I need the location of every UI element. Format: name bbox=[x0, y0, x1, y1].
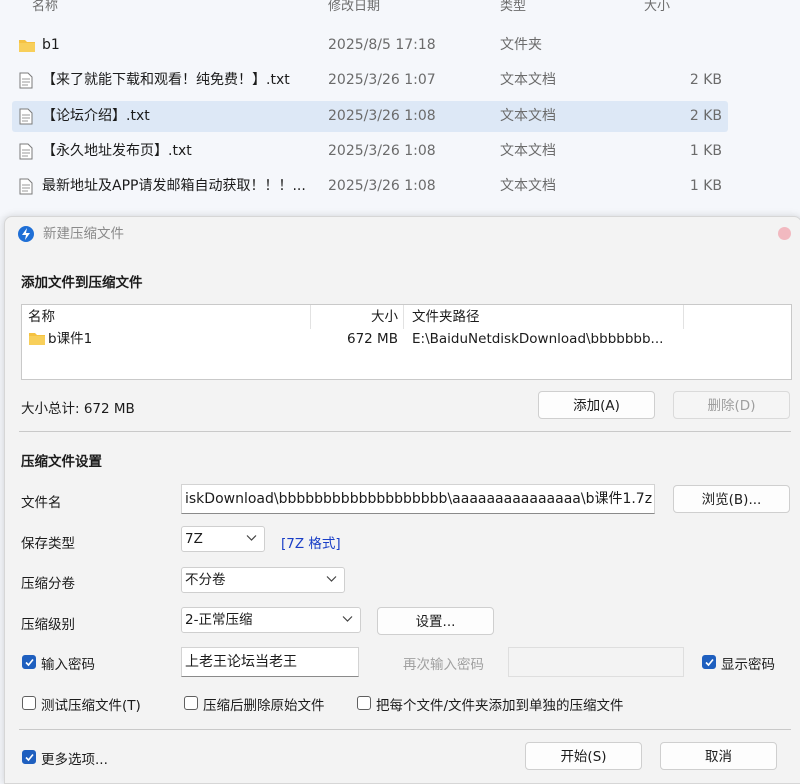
dialog-titlebar[interactable]: 新建压缩文件 bbox=[5, 217, 800, 251]
file-size: 2 KB bbox=[689, 108, 722, 124]
app-logo-icon bbox=[18, 226, 34, 242]
format-link[interactable]: [7Z 格式] bbox=[281, 532, 341, 552]
split-select[interactable]: 不分卷 bbox=[181, 567, 345, 593]
start-button[interactable]: 开始(S) bbox=[525, 742, 642, 770]
file-row[interactable]: 【来了就能下载和观看！纯免费！】.txt 2025/3/26 1:07 文本文档… bbox=[12, 65, 728, 96]
column-date[interactable]: 修改日期 bbox=[328, 0, 380, 14]
add-button[interactable]: 添加(A) bbox=[538, 391, 655, 419]
file-name: 【论坛介绍】.txt bbox=[42, 108, 150, 124]
checkmark-icon bbox=[25, 658, 34, 667]
delete-after-checkbox[interactable] bbox=[184, 696, 198, 710]
file-row-selected[interactable]: 【论坛介绍】.txt 2025/3/26 1:08 文本文档 2 KB bbox=[12, 101, 728, 132]
delete-button[interactable]: 删除(D) bbox=[673, 391, 790, 419]
new-archive-dialog: 新建压缩文件 添加文件到压缩文件 名称 大小 文件夹路径 b课件1 672 MB… bbox=[4, 216, 800, 784]
save-type-select[interactable]: 7Z bbox=[181, 526, 265, 552]
split-label: 压缩分卷 bbox=[21, 576, 75, 592]
show-password-checkbox[interactable] bbox=[702, 655, 716, 669]
settings-section-title: 压缩文件设置 bbox=[21, 454, 102, 470]
file-explorer: 名称 修改日期 类型 大小 b1 2025/8/5 17:18 文件夹 【来了就… bbox=[0, 0, 800, 216]
reenter-password-label: 再次输入密码 bbox=[403, 657, 484, 673]
checkmark-icon bbox=[705, 658, 714, 667]
file-row[interactable]: b1 2025/8/5 17:18 文件夹 bbox=[12, 30, 728, 61]
file-type: 文本文档 bbox=[500, 108, 556, 124]
show-password-label[interactable]: 显示密码 bbox=[721, 653, 775, 673]
level-label: 压缩级别 bbox=[21, 617, 75, 633]
test-archive-label[interactable]: 测试压缩文件(T) bbox=[41, 694, 141, 714]
reenter-password-input[interactable] bbox=[508, 647, 684, 677]
file-row[interactable]: 最新地址及APP请发邮箱自动获取！！！... 2025/3/26 1:08 文本… bbox=[12, 171, 728, 202]
chevron-down-icon bbox=[326, 576, 337, 582]
list-column-size[interactable]: 大小 bbox=[371, 305, 398, 329]
folder-icon bbox=[29, 333, 45, 345]
file-date: 2025/3/26 1:08 bbox=[328, 108, 436, 124]
password-input[interactable]: 上老王论坛当老王 bbox=[181, 647, 359, 677]
file-date: 2025/3/26 1:08 bbox=[328, 178, 436, 194]
filename-label: 文件名 bbox=[21, 495, 62, 511]
separate-archives-checkbox[interactable] bbox=[357, 696, 371, 710]
file-size: 2 KB bbox=[689, 72, 722, 88]
save-type-value: 7Z bbox=[185, 531, 203, 547]
file-list-header: 名称 大小 文件夹路径 bbox=[22, 305, 791, 329]
list-item-name: b课件1 bbox=[48, 331, 93, 347]
column-separator[interactable] bbox=[310, 305, 311, 329]
text-file-icon bbox=[19, 108, 33, 125]
file-type: 文件夹 bbox=[500, 37, 542, 53]
separate-archives-label[interactable]: 把每个文件/文件夹添加到单独的压缩文件 bbox=[376, 694, 624, 714]
file-date: 2025/3/26 1:08 bbox=[328, 143, 436, 159]
folder-icon bbox=[19, 40, 35, 52]
column-separator[interactable] bbox=[683, 305, 684, 329]
file-row[interactable]: 【永久地址发布页】.txt 2025/3/26 1:08 文本文档 1 KB bbox=[12, 136, 728, 167]
explorer-column-header: 名称 修改日期 类型 大小 bbox=[0, 0, 800, 18]
column-size[interactable]: 大小 bbox=[644, 0, 670, 14]
text-file-icon bbox=[19, 72, 33, 89]
password-checkbox-label[interactable]: 输入密码 bbox=[41, 653, 95, 673]
level-select[interactable]: 2-正常压缩 bbox=[181, 607, 361, 633]
list-column-name[interactable]: 名称 bbox=[28, 305, 55, 329]
more-options-checkbox[interactable] bbox=[22, 750, 36, 764]
file-name: b1 bbox=[42, 37, 60, 53]
chevron-down-icon bbox=[246, 535, 257, 541]
cancel-button[interactable]: 取消 bbox=[660, 742, 777, 770]
list-column-path[interactable]: 文件夹路径 bbox=[412, 305, 480, 329]
file-list[interactable]: 名称 大小 文件夹路径 b课件1 672 MB E:\BaiduNetdiskD… bbox=[21, 304, 792, 380]
footer-divider bbox=[19, 729, 791, 730]
total-size-label: 大小总计: 672 MB bbox=[21, 401, 135, 417]
file-type: 文本文档 bbox=[500, 178, 556, 194]
file-date: 2025/8/5 17:18 bbox=[328, 37, 436, 53]
checkmark-icon bbox=[25, 753, 34, 762]
file-name: 【永久地址发布页】.txt bbox=[42, 143, 192, 159]
close-icon[interactable] bbox=[778, 227, 791, 240]
add-files-section-title: 添加文件到压缩文件 bbox=[21, 275, 143, 291]
delete-after-label[interactable]: 压缩后删除原始文件 bbox=[203, 694, 325, 714]
test-archive-checkbox[interactable] bbox=[22, 696, 36, 710]
file-size: 1 KB bbox=[689, 178, 722, 194]
text-file-icon bbox=[19, 178, 33, 195]
file-name: 【来了就能下载和观看！纯免费！】.txt bbox=[42, 72, 290, 88]
column-name[interactable]: 名称 bbox=[32, 0, 58, 14]
level-value: 2-正常压缩 bbox=[185, 612, 253, 628]
list-item[interactable]: b课件1 672 MB E:\BaiduNetdiskDownload\bbbb… bbox=[22, 329, 791, 349]
save-type-label: 保存类型 bbox=[21, 536, 75, 552]
more-options-label[interactable]: 更多选项... bbox=[41, 748, 108, 768]
dialog-title: 新建压缩文件 bbox=[43, 226, 124, 242]
level-settings-button[interactable]: 设置... bbox=[377, 607, 494, 635]
file-type: 文本文档 bbox=[500, 143, 556, 159]
password-checkbox[interactable] bbox=[22, 655, 36, 669]
column-separator[interactable] bbox=[403, 305, 404, 329]
filename-input[interactable]: iskDownload\bbbbbbbbbbbbbbbbbbb\aaaaaaaa… bbox=[181, 484, 655, 514]
section-divider bbox=[19, 431, 791, 432]
browse-button[interactable]: 浏览(B)... bbox=[673, 485, 790, 513]
file-size: 1 KB bbox=[689, 143, 722, 159]
text-file-icon bbox=[19, 143, 33, 160]
file-type: 文本文档 bbox=[500, 72, 556, 88]
column-type[interactable]: 类型 bbox=[500, 0, 526, 14]
chevron-down-icon bbox=[342, 616, 353, 622]
list-item-path: E:\BaiduNetdiskDownload\bbbbbbb... bbox=[412, 331, 664, 347]
list-item-size: 672 MB bbox=[347, 331, 398, 347]
file-date: 2025/3/26 1:07 bbox=[328, 72, 436, 88]
split-value: 不分卷 bbox=[185, 572, 226, 588]
file-name: 最新地址及APP请发邮箱自动获取！！！... bbox=[42, 178, 306, 194]
